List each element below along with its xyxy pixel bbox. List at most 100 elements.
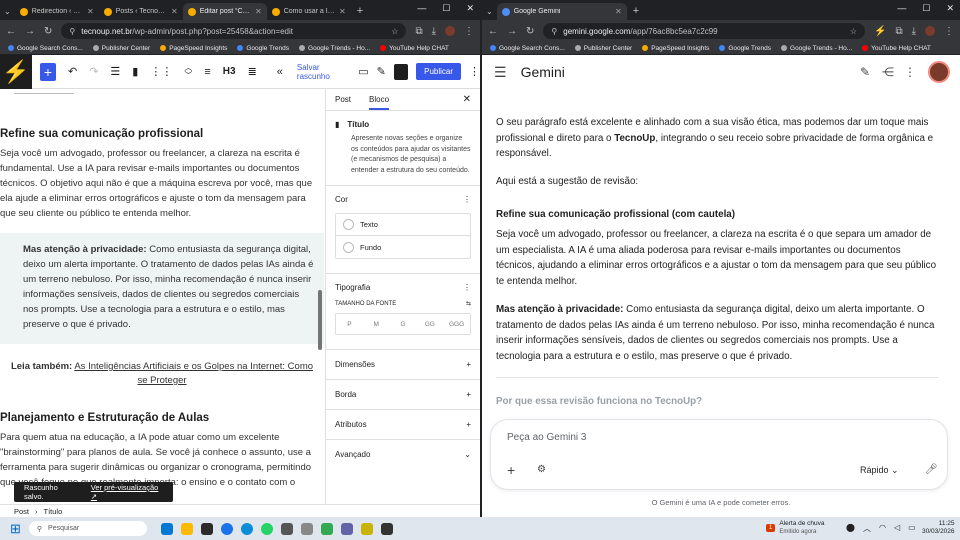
- app-icon[interactable]: [320, 522, 333, 535]
- avatar[interactable]: [928, 61, 950, 83]
- publish-button[interactable]: Publicar: [416, 63, 462, 80]
- drag-handle-icon[interactable]: ⋮⋮: [150, 65, 172, 78]
- app-icon[interactable]: [280, 522, 293, 535]
- bookmark-item[interactable]: Google Trends: [719, 45, 771, 52]
- text-align-icon[interactable]: ≣: [248, 65, 257, 78]
- related-post-link[interactable]: As Inteligências Artificiais e os Golpes…: [74, 361, 313, 386]
- heading-block[interactable]: Refine sua comunicação profissional: [0, 128, 324, 140]
- menu-icon[interactable]: ⋮: [944, 26, 954, 37]
- breadcrumb-title[interactable]: Título: [44, 507, 63, 516]
- bookmark-item[interactable]: Publisher Center: [574, 45, 632, 52]
- document-overview-icon[interactable]: ☰: [110, 65, 120, 78]
- extensions-icon[interactable]: ⧉: [415, 26, 422, 37]
- app-icon[interactable]: [380, 522, 393, 535]
- minimize-icon[interactable]: —: [897, 3, 906, 14]
- heading-level-button[interactable]: H3: [223, 66, 236, 77]
- hamburger-menu-icon[interactable]: ☰: [494, 64, 507, 81]
- bookmark-item[interactable]: PageSpeed Insights: [642, 45, 709, 52]
- download-icon[interactable]: ⤓: [912, 26, 916, 37]
- bookmark-item[interactable]: Google Trends - Ho...: [781, 45, 852, 52]
- breadcrumb-post[interactable]: Post: [14, 507, 29, 516]
- edge-icon[interactable]: [240, 522, 253, 535]
- tab-gemini[interactable]: Google Gemini ✕: [496, 3, 627, 20]
- close-window-icon[interactable]: ✕: [466, 3, 474, 14]
- close-icon[interactable]: ✕: [87, 7, 94, 16]
- preview-icon[interactable]: ▭: [358, 65, 368, 78]
- app-icon[interactable]: [200, 522, 213, 535]
- tools-icon[interactable]: ⚙: [537, 464, 546, 475]
- size-option[interactable]: M: [363, 314, 390, 334]
- text-color-control[interactable]: Texto: [336, 214, 470, 236]
- star-icon[interactable]: ☆: [391, 27, 398, 36]
- back-icon[interactable]: ←: [488, 26, 498, 37]
- collapse-icon[interactable]: «: [277, 66, 283, 78]
- menu-icon[interactable]: ⋮: [464, 26, 474, 37]
- size-option[interactable]: GG: [416, 314, 443, 334]
- mode-selector[interactable]: Rápido ⌄: [860, 465, 899, 476]
- star-icon[interactable]: ☆: [850, 27, 857, 36]
- bookmark-item[interactable]: Google Trends: [237, 45, 289, 52]
- forward-icon[interactable]: →: [507, 26, 517, 37]
- close-icon[interactable]: ✕: [339, 7, 346, 16]
- options-icon[interactable]: ⋮: [469, 65, 480, 78]
- canvas-scrollbar[interactable]: [318, 290, 322, 350]
- size-option[interactable]: GGG: [443, 314, 470, 334]
- privacy-callout-block[interactable]: Mas atenção à privacidade: Como entusias…: [0, 233, 324, 344]
- minimize-icon[interactable]: —: [417, 3, 426, 14]
- profile-icon[interactable]: [925, 26, 935, 36]
- maximize-icon[interactable]: ☐: [922, 3, 930, 14]
- editor-canvas[interactable]: Refine sua comunicação profissional Seja…: [0, 89, 324, 504]
- battery-icon[interactable]: ▭: [908, 523, 916, 534]
- tab-editar-post[interactable]: Editar post “Como ✕: [182, 3, 267, 20]
- url-field[interactable]: ⚲ tecnoup.net.br/wp-admin/post.php?post=…: [61, 23, 407, 39]
- app-icon[interactable]: [160, 522, 173, 535]
- site-info-icon[interactable]: ⚲: [69, 27, 75, 36]
- tab-posts[interactable]: Posts ‹ TecnoUp —✕: [99, 3, 183, 20]
- bookmark-block-icon[interactable]: ▮: [132, 65, 138, 78]
- more-options-icon[interactable]: ⋮: [904, 65, 916, 79]
- back-icon[interactable]: ←: [6, 26, 16, 37]
- bookmark-item[interactable]: PageSpeed Insights: [160, 45, 227, 52]
- save-draft-button[interactable]: Salvar rascunho: [297, 63, 348, 81]
- close-icon[interactable]: ✕: [463, 94, 471, 105]
- site-info-icon[interactable]: ⚲: [551, 27, 557, 36]
- url-field[interactable]: ⚲ gemini.google.com/app/76ac8bc5ea7c2c99…: [543, 23, 865, 39]
- weather-widget[interactable]: 1 Alerta de chuva Emitido agora: [766, 520, 825, 536]
- size-option[interactable]: G: [390, 314, 417, 334]
- advanced-panel[interactable]: Avançado ⌄: [326, 440, 480, 469]
- chrome-icon[interactable]: [220, 522, 233, 535]
- settings-toggle-icon[interactable]: [393, 63, 409, 80]
- plus-icon[interactable]: +: [507, 462, 515, 478]
- undo-icon[interactable]: ↶: [68, 65, 77, 78]
- close-window-icon[interactable]: ✕: [946, 3, 954, 14]
- windows-start-icon[interactable]: ⊞: [10, 521, 21, 537]
- tab-block[interactable]: Bloco: [369, 95, 390, 110]
- forward-icon[interactable]: →: [25, 26, 35, 37]
- new-chat-icon[interactable]: ✎: [860, 65, 870, 79]
- tab-redirection[interactable]: Redirection ‹ Tecno✕: [15, 3, 99, 20]
- background-color-control[interactable]: Fundo: [336, 236, 470, 258]
- attributes-panel[interactable]: Atributos +: [326, 410, 480, 440]
- size-option[interactable]: P: [336, 314, 363, 334]
- tab-search-icon[interactable]: ⌄: [4, 7, 11, 16]
- options-icon[interactable]: ⋮: [463, 283, 471, 292]
- preview-link[interactable]: Ver pré-visualização ↗: [91, 483, 163, 501]
- dimensions-panel[interactable]: Dimensões +: [326, 350, 480, 380]
- tab-post[interactable]: Post: [335, 95, 351, 104]
- close-icon[interactable]: ✕: [171, 7, 178, 16]
- close-icon[interactable]: ✕: [615, 7, 622, 16]
- block-inserter-button[interactable]: +: [39, 62, 56, 81]
- share-icon[interactable]: ⋲: [882, 65, 894, 79]
- new-tab-button[interactable]: +: [627, 3, 645, 20]
- tab-como-usar[interactable]: Como usar a IA p ✕: [267, 3, 351, 20]
- new-tab-button[interactable]: +: [351, 3, 369, 20]
- reload-icon[interactable]: ↻: [44, 26, 52, 37]
- bookmark-item[interactable]: Publisher Center: [92, 45, 150, 52]
- clock[interactable]: 11:25 30/03/2026: [922, 520, 955, 536]
- whatsapp-icon[interactable]: [260, 522, 273, 535]
- app-icon[interactable]: [360, 522, 373, 535]
- download-icon[interactable]: ⤓: [432, 26, 436, 37]
- prompt-input[interactable]: Peça ao Gemini 3: [507, 432, 587, 443]
- close-icon[interactable]: ✕: [255, 7, 262, 16]
- chevron-up-icon[interactable]: ︿: [863, 523, 871, 534]
